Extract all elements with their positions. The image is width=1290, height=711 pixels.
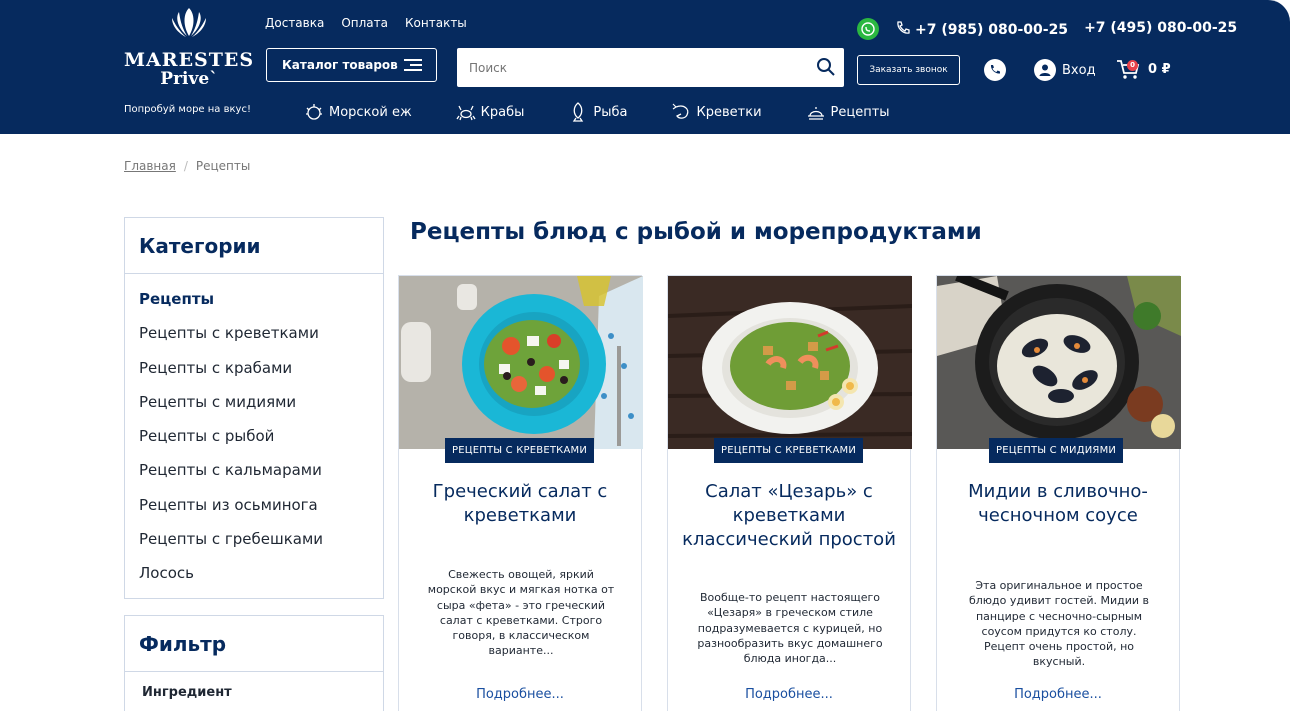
recipe-image[interactable] <box>937 276 1181 449</box>
menu-icon <box>404 59 422 72</box>
page-title: Рецепты блюд с рыбой и морепродуктами <box>410 219 982 245</box>
category-item[interactable]: Рецепты с кальмарами <box>139 459 383 493</box>
category-item[interactable]: Рецепты с гребешками <box>139 528 383 562</box>
category-item[interactable]: Рецепты из осьминога <box>139 494 383 528</box>
recipe-tag[interactable]: РЕЦЕПТЫ С КРЕВЕТКАМИ <box>445 438 595 463</box>
nav-label: Рыба <box>593 104 628 120</box>
filter-panel: Фильтр Ингредиент <box>124 615 384 711</box>
category-item[interactable]: Рецепты с крабами <box>139 357 383 391</box>
recipe-more-link[interactable]: Подробнее... <box>937 687 1179 702</box>
recipe-more-link[interactable]: Подробнее... <box>668 687 910 702</box>
top-link-contacts[interactable]: Контакты <box>405 16 467 30</box>
recipe-title[interactable]: Греческий салат с креветками <box>399 480 641 528</box>
top-links: Доставка Оплата Контакты <box>265 16 467 30</box>
search-box <box>457 48 844 87</box>
recipe-description: Вообще-то рецепт настоящего «Цезаря» в г… <box>697 591 883 666</box>
dish-icon <box>807 107 824 120</box>
nav-label: Крабы <box>480 104 525 120</box>
cart[interactable]: 0 0 ₽ <box>1116 58 1171 80</box>
cart-total: 0 ₽ <box>1148 61 1171 77</box>
category-item[interactable]: Рецепты с мидиями <box>139 391 383 425</box>
shell-logo-icon <box>172 8 206 37</box>
filter-ingredient[interactable]: Ингредиент <box>125 672 383 700</box>
recipe-card[interactable]: РЕЦЕПТЫ С КРЕВЕТКАМИ Греческий салат с к… <box>398 275 643 711</box>
nav-item-urchin[interactable]: Морской еж <box>304 102 412 122</box>
recipe-description: Свежесть овощей, яркий морской вкус и мя… <box>427 568 615 658</box>
phone-2[interactable]: +7 (495) 080-00-25 <box>1084 20 1237 38</box>
callback-button[interactable]: Заказать звонок <box>857 55 960 85</box>
category-item[interactable]: Рецепты <box>139 288 383 322</box>
shrimp-icon <box>672 103 688 119</box>
phone-1[interactable]: +7 (985) 080-00-25 <box>895 20 1068 38</box>
nav-label: Морской еж <box>329 104 412 120</box>
sea-urchin-icon <box>306 104 322 120</box>
recipe-tag[interactable]: РЕЦЕПТЫ С МИДИЯМИ <box>989 438 1124 463</box>
recipe-image[interactable] <box>399 276 643 449</box>
category-item[interactable]: Рецепты с рыбой <box>139 425 383 459</box>
fish-icon <box>573 102 584 122</box>
recipe-card[interactable]: РЕЦЕПТЫ С МИДИЯМИ Мидии в сливочно-чесно… <box>936 275 1181 711</box>
user-icon <box>1034 59 1056 81</box>
phone-icon <box>897 21 910 34</box>
categories-panel: Категории Рецепты Рецепты с креветками Р… <box>124 217 384 599</box>
whatsapp-icon[interactable] <box>857 18 879 40</box>
recipe-description: Эта оригинальное и простое блюдо удивит … <box>968 579 1150 669</box>
nav-label: Рецепты <box>830 104 890 120</box>
recipe-tag[interactable]: РЕЦЕПТЫ С КРЕВЕТКАМИ <box>714 438 864 463</box>
recipe-image[interactable] <box>668 276 912 449</box>
top-link-payment[interactable]: Оплата <box>341 16 388 30</box>
category-list: Рецепты Рецепты с креветками Рецепты с к… <box>125 274 383 597</box>
nav-label: Креветки <box>696 104 762 120</box>
nav-item-fish[interactable]: Рыба <box>568 102 628 122</box>
categories-title: Категории <box>125 218 383 274</box>
recipe-title[interactable]: Мидии в сливочно-чесночном соусе <box>937 480 1179 528</box>
login-link[interactable]: Вход <box>1034 59 1096 81</box>
recipe-title[interactable]: Салат «Цезарь» с креветками классический… <box>668 480 910 552</box>
phone-1-text: +7 (985) 080-00-25 <box>915 22 1069 38</box>
filter-title: Фильтр <box>125 616 383 672</box>
search-input[interactable] <box>457 48 797 87</box>
recipe-more-link[interactable]: Подробнее... <box>399 687 641 702</box>
category-nav: Морской еж Крабы Рыба Креветки Рецепты <box>304 102 934 122</box>
catalog-button[interactable]: Каталог товаров <box>266 48 437 82</box>
breadcrumb-home[interactable]: Главная <box>124 159 176 173</box>
call-icon[interactable] <box>984 59 1006 81</box>
top-link-delivery[interactable]: Доставка <box>265 16 324 30</box>
category-item[interactable]: Рецепты с креветками <box>139 322 383 356</box>
search-icon[interactable] <box>816 57 836 77</box>
category-item[interactable]: Лосось <box>139 562 383 596</box>
recipe-card[interactable]: РЕЦЕПТЫ С КРЕВЕТКАМИ Салат «Цезарь» с кр… <box>667 275 912 711</box>
logo[interactable]: MARESTES Prive` <box>124 6 254 88</box>
cart-count-badge: 0 <box>1127 60 1138 71</box>
crab-icon <box>456 105 476 121</box>
nav-item-crabs[interactable]: Крабы <box>456 102 525 122</box>
phones: +7 (985) 080-00-25 +7 (495) 080-00-25 <box>895 20 1237 38</box>
nav-item-shrimp[interactable]: Креветки <box>672 102 762 122</box>
catalog-button-label: Каталог товаров <box>282 58 398 72</box>
nav-item-recipes[interactable]: Рецепты <box>806 102 890 122</box>
site-header: MARESTES Prive` Попробуй море на вкус! Д… <box>0 0 1290 134</box>
logo-sub: Prive` <box>160 69 218 89</box>
breadcrumb: Главная / Рецепты <box>124 159 250 173</box>
slogan: Попробуй море на вкус! <box>124 104 251 115</box>
breadcrumb-separator: / <box>183 159 188 173</box>
breadcrumb-current: Рецепты <box>195 159 251 173</box>
logo-name: MARESTES <box>124 49 255 71</box>
login-label: Вход <box>1062 62 1096 78</box>
